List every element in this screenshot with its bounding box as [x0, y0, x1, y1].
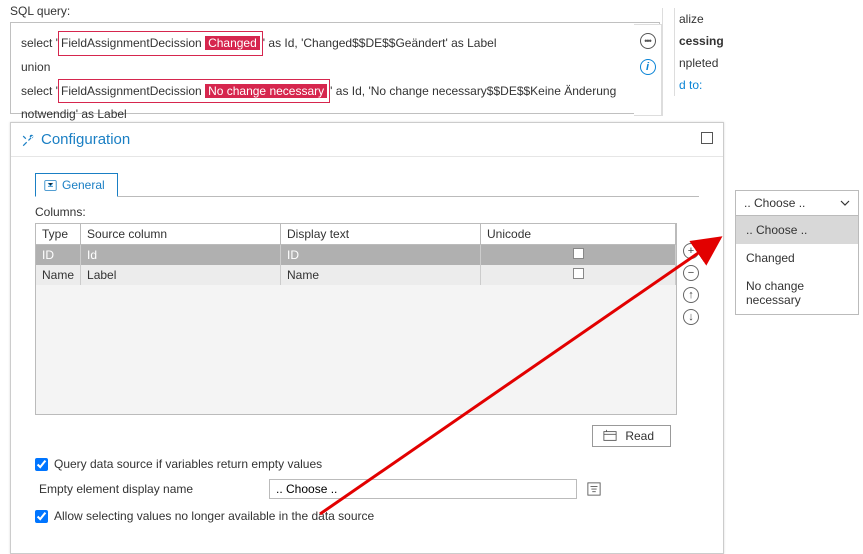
- general-icon: [44, 179, 57, 192]
- config-title: Configuration: [21, 131, 130, 148]
- popout-icon[interactable]: [701, 132, 713, 144]
- cell-source: Id: [81, 245, 281, 266]
- cell-display: ID: [281, 245, 481, 266]
- dropdown-selected-label: .. Choose ..: [744, 196, 805, 210]
- table-side-controls: + − ↑ ↓: [677, 223, 699, 415]
- dropdown-preview: .. Choose .. .. Choose .. Changed No cha…: [735, 190, 859, 315]
- tab-general[interactable]: General: [35, 173, 118, 197]
- dropdown-item-nochange[interactable]: No change necessary: [736, 272, 858, 314]
- cell-display: Name: [281, 265, 481, 285]
- remove-row-button[interactable]: −: [683, 265, 699, 281]
- sql-highlight-nochange: No change necessary: [205, 84, 327, 98]
- chevron-down-icon: [840, 198, 850, 208]
- more-options-button[interactable]: •••: [638, 31, 658, 51]
- sql-text: union: [21, 56, 649, 79]
- query-datasource-label: Query data source if variables return em…: [54, 457, 322, 471]
- cell-type: Name: [36, 265, 81, 285]
- unicode-checkbox[interactable]: [573, 248, 584, 259]
- sql-text: select ': [21, 84, 58, 98]
- col-header-source[interactable]: Source column: [81, 224, 281, 245]
- cell-type: ID: [36, 245, 81, 266]
- empty-element-input[interactable]: [269, 479, 577, 499]
- configuration-panel: Configuration General Columns: Type Sour…: [10, 122, 724, 554]
- status-text: cessing: [679, 30, 724, 52]
- sql-text: select ': [21, 36, 58, 50]
- sql-text: ' as Id, 'Changed$$DE$$Geändert' as Labe…: [263, 36, 497, 50]
- columns-label: Columns:: [35, 205, 699, 219]
- sql-text: ' as Id, 'No change necessary$$DE$$Keine…: [330, 84, 616, 98]
- status-text: npleted: [679, 52, 724, 74]
- empty-element-label: Empty element display name: [39, 482, 263, 496]
- info-button[interactable]: i: [638, 57, 658, 77]
- move-down-button[interactable]: ↓: [683, 309, 699, 325]
- right-panel-fragment: alize cessing npleted d to:: [674, 8, 724, 96]
- sql-token: FieldAssignmentDecission: [61, 84, 202, 98]
- cell-source: Label: [81, 265, 281, 285]
- translate-icon[interactable]: [587, 482, 601, 496]
- read-icon: [603, 429, 617, 443]
- dropdown-item-changed[interactable]: Changed: [736, 244, 858, 272]
- status-link[interactable]: d to:: [679, 74, 724, 96]
- ellipsis-icon: •••: [640, 33, 656, 49]
- col-header-unicode[interactable]: Unicode: [481, 224, 676, 245]
- sql-highlight-changed: Changed: [205, 36, 260, 50]
- col-header-display[interactable]: Display text: [281, 224, 481, 245]
- tab-general-label: General: [62, 178, 105, 192]
- table-row[interactable]: ID Id ID: [36, 245, 676, 266]
- move-up-button[interactable]: ↑: [683, 287, 699, 303]
- read-button[interactable]: Read: [592, 425, 671, 447]
- tools-icon: [21, 133, 35, 147]
- query-datasource-checkbox[interactable]: [35, 458, 48, 471]
- read-button-label: Read: [625, 429, 654, 443]
- col-header-type[interactable]: Type: [36, 224, 81, 245]
- allow-missing-label: Allow selecting values no longer availab…: [54, 509, 374, 523]
- columns-table[interactable]: Type Source column Display text Unicode …: [35, 223, 677, 415]
- status-text: alize: [679, 8, 724, 30]
- table-row[interactable]: Name Label Name: [36, 265, 676, 285]
- dropdown-toggle[interactable]: .. Choose ..: [736, 191, 858, 216]
- sql-query-label: SQL query:: [10, 4, 660, 18]
- allow-missing-checkbox[interactable]: [35, 510, 48, 523]
- sql-side-toolbar: ••• i: [634, 24, 662, 116]
- sql-query-editor[interactable]: select 'FieldAssignmentDecission Changed…: [10, 22, 660, 114]
- dropdown-item-choose[interactable]: .. Choose ..: [736, 216, 858, 244]
- add-row-button[interactable]: +: [683, 243, 699, 259]
- sql-token: FieldAssignmentDecission: [61, 36, 202, 50]
- unicode-checkbox[interactable]: [573, 268, 584, 279]
- info-icon: i: [640, 59, 656, 75]
